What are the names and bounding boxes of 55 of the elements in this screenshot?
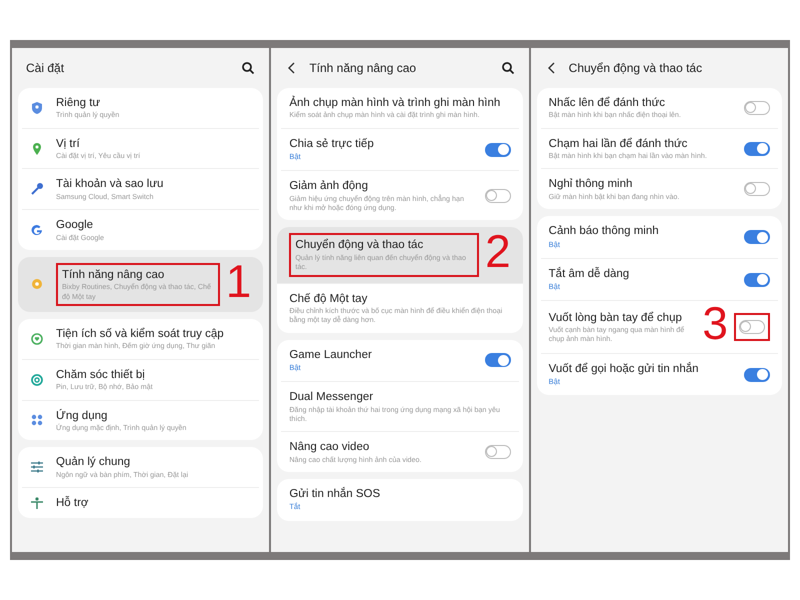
sliders-icon [30, 460, 44, 474]
screen-title: Tính năng nâng cao [309, 60, 418, 77]
setting-title: Ảnh chụp màn hình và trình ghi màn hình [289, 96, 502, 110]
setting-title: Nhấc lên để đánh thức [548, 96, 666, 110]
ring-icon [30, 372, 44, 387]
shield-icon [30, 100, 44, 115]
key-icon [30, 182, 44, 196]
settings-row[interactable]: Hỗ trợ [22, 488, 260, 518]
toggle-switch[interactable] [484, 142, 511, 157]
step-number: 2 [485, 231, 511, 273]
location-pin-icon [30, 142, 44, 156]
setting-title: Giảm ảnh động [289, 179, 369, 194]
toggle-switch[interactable] [744, 230, 770, 244]
toggle-switch[interactable] [484, 353, 511, 368]
setting-title: Gửi tin nhắn SOS [289, 487, 382, 502]
setting-title: Dual Messenger [289, 390, 374, 405]
setting-title: Chuyển động và thao tác [295, 238, 424, 253]
step-number: 1 [226, 260, 252, 302]
google-g-icon [30, 223, 44, 238]
setting-title: Tiện ích số và kiểm soát truy cập [56, 327, 225, 342]
toggle-switch[interactable] [744, 142, 770, 156]
setting-title: Vị trí [56, 136, 81, 152]
search-icon[interactable] [241, 61, 256, 75]
setting-title: Riêng tư [56, 96, 102, 110]
toggle-switch[interactable] [744, 100, 770, 115]
heart-ring-icon [30, 332, 44, 346]
setting-title: Tính năng nâng cao [62, 268, 166, 282]
setting-title: Chăm sóc thiết bị [56, 368, 146, 382]
toggle-switch[interactable] [744, 182, 770, 196]
setting-title: Tài khoản và sao lưu [56, 177, 164, 192]
setting-title: Chạm hai lần để đánh thức [548, 136, 688, 152]
setting-title: Tắt âm dễ dàng [548, 266, 630, 282]
person-icon [30, 496, 44, 510]
setting-title: Hỗ trợ [56, 496, 90, 510]
setting-title: Quản lý chung [56, 455, 132, 470]
screen-title: Chuyển động và thao tác [568, 60, 704, 77]
toggle-switch[interactable] [744, 368, 770, 382]
setting-title: Game Launcher [289, 348, 373, 362]
setting-title: Nghỉ thông minh [548, 177, 634, 192]
toggle-switch[interactable] [484, 445, 511, 460]
setting-title: Chế độ Một tay [289, 292, 368, 306]
setting-title: Vuốt lòng bàn tay để chụp [548, 310, 683, 325]
grid-dots-icon [30, 413, 44, 428]
toggle-switch[interactable] [744, 272, 770, 287]
search-icon[interactable] [500, 61, 515, 75]
setting-title: Cảnh báo thông minh [548, 224, 660, 239]
setting-title: Nâng cao video [289, 440, 370, 455]
setting-title: Vuốt để gọi hoặc gửi tin nhắn [548, 362, 700, 376]
step-number: 3 [702, 303, 728, 345]
setting-title: Google [56, 218, 94, 233]
screen-title: Cài đặt [26, 60, 66, 77]
toggle-switch[interactable] [484, 188, 511, 203]
setting-title: Chia sẻ trực tiếp [289, 136, 375, 152]
toggle-switch[interactable] [738, 320, 765, 334]
setting-title: Ứng dụng [56, 408, 108, 423]
